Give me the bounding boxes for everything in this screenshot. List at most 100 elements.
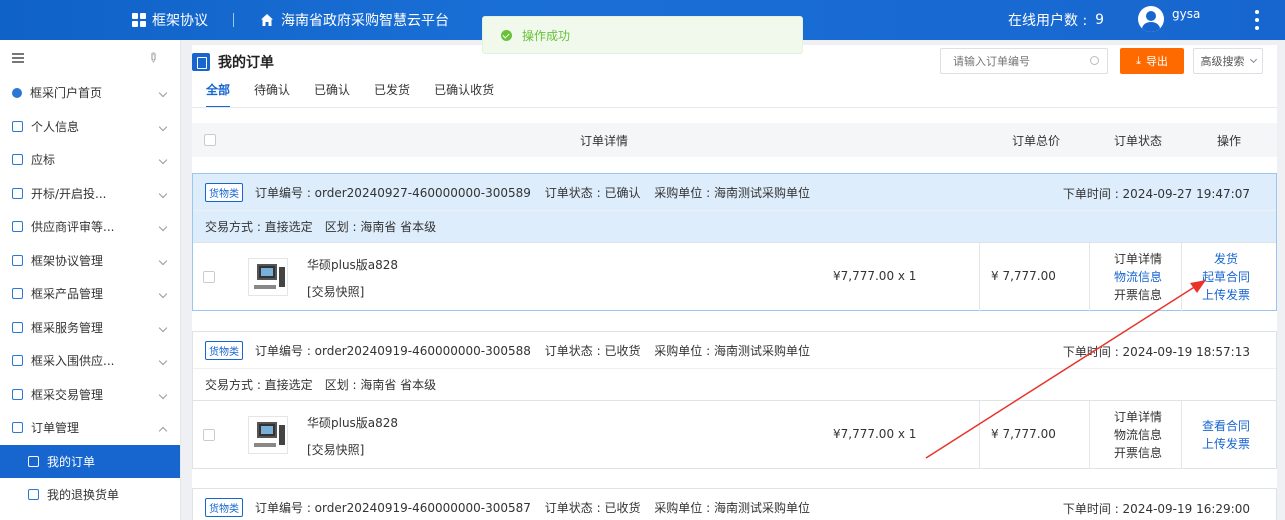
sidebar-item-my-orders[interactable]: 我的订单 xyxy=(0,444,180,478)
tab-shipped[interactable]: 已发货 xyxy=(374,81,410,108)
pin-icon[interactable]: ✎ xyxy=(143,49,161,67)
product-name[interactable]: 华硕plus版a828 xyxy=(307,256,398,273)
sidebar-item-services[interactable]: 框采服务管理 xyxy=(0,311,180,345)
product-name[interactable]: 华硕plus版a828 xyxy=(307,414,398,431)
sidebar-toolbar: ✎ xyxy=(0,40,180,76)
chevron-down-icon xyxy=(158,189,168,198)
sidebar-item-returns[interactable]: 我的退换货单 xyxy=(0,478,180,512)
sidebar-item-bid-opening[interactable]: 开标/开启投... xyxy=(0,177,180,211)
user-menu[interactable]: gysa xyxy=(1138,6,1200,32)
buyer: 采购单位 : 海南测试采购单位 xyxy=(654,343,810,358)
module-switcher[interactable]: 框架协议 xyxy=(132,0,208,40)
sidebar-item-bid[interactable]: 应标 xyxy=(0,143,180,177)
order-item-row: 华硕plus版a828 [交易快照] ¥7,777.00 x 1 ¥ 7,777… xyxy=(193,242,1276,311)
sidebar-item-label: 框采服务管理 xyxy=(31,320,104,335)
buyer: 采购单位 : 海南测试采购单位 xyxy=(654,500,810,515)
draft-contract-button[interactable]: 起草合同 xyxy=(1201,268,1251,286)
sidebar-item-suppliers[interactable]: 框采入围供应... xyxy=(0,344,180,378)
header-total: 订单总价 xyxy=(1012,133,1061,148)
trade-snapshot-link[interactable]: [交易快照] xyxy=(307,441,364,458)
sidebar-item-profile[interactable]: 个人信息 xyxy=(0,110,180,144)
view-contract-button[interactable]: 查看合同 xyxy=(1201,417,1251,435)
select-all-checkbox[interactable] xyxy=(204,134,216,146)
return-icon xyxy=(28,489,39,501)
chevron-down-icon xyxy=(1249,55,1257,64)
sidebar-item-products[interactable]: 框采产品管理 xyxy=(0,277,180,311)
order-icon xyxy=(12,422,23,434)
upload-invoice-button[interactable]: 上传发票 xyxy=(1201,286,1251,304)
more-menu-icon[interactable] xyxy=(1255,10,1259,30)
tab-received[interactable]: 已确认收货 xyxy=(434,81,494,108)
menu-toggle-icon[interactable] xyxy=(12,53,24,63)
tab-pending[interactable]: 待确认 xyxy=(254,81,290,108)
tabs-divider xyxy=(192,107,1277,108)
column-divider xyxy=(979,243,980,311)
export-button[interactable]: ⤓ 导出 xyxy=(1120,48,1184,74)
advanced-search-button[interactable]: 高级搜索 xyxy=(1193,48,1263,74)
username: gysa xyxy=(1172,7,1201,21)
order-meta: 订单编号 : order20240927-460000000-300589 订单… xyxy=(255,184,820,201)
header-divider xyxy=(233,13,234,27)
invoice-info-link[interactable]: 开票信息 xyxy=(1113,286,1163,304)
service-icon xyxy=(12,321,23,333)
chevron-down-icon xyxy=(158,155,168,165)
chevron-down-icon xyxy=(158,222,168,232)
header-status: 订单状态 xyxy=(1114,133,1163,148)
column-divider xyxy=(1089,401,1090,469)
platform-link[interactable]: 海南省政府采购智慧云平台 xyxy=(260,0,449,40)
order-status: 订单状态 : 已收货 xyxy=(544,343,641,358)
region: 区划 : 海南省 省本级 xyxy=(324,220,437,234)
toast-message: 操作成功 xyxy=(522,28,571,43)
order-number: 订单编号 : order20240919-460000000-300587 xyxy=(255,500,531,515)
header-detail: 订单详情 xyxy=(580,133,629,148)
ship-button[interactable]: 发货 xyxy=(1201,250,1251,268)
product-image[interactable] xyxy=(248,258,288,296)
chevron-down-icon xyxy=(158,390,168,399)
table-header: 订单详情 订单总价 订单状态 操作 xyxy=(192,123,1277,157)
order-checkbox[interactable] xyxy=(203,429,215,441)
order-detail-link[interactable]: 订单详情 xyxy=(1113,250,1163,268)
bid-icon xyxy=(12,154,23,166)
upload-invoice-button[interactable]: 上传发票 xyxy=(1201,435,1251,453)
order-checkbox[interactable] xyxy=(203,271,215,283)
order-status: 订单状态 : 已确认 xyxy=(544,185,641,200)
search-icon[interactable] xyxy=(1090,56,1099,65)
sidebar-item-transactions[interactable]: 框采交易管理 xyxy=(0,378,180,412)
sidebar-item-label: 订单管理 xyxy=(31,421,80,436)
sidebar-item-portal-home[interactable]: 框采门户首页 xyxy=(0,76,180,110)
order-status: 订单状态 : 已收货 xyxy=(544,500,641,515)
platform-title: 海南省政府采购智慧云平台 xyxy=(281,13,449,29)
download-icon: ⤓ xyxy=(1136,54,1141,67)
chevron-down-icon xyxy=(158,256,168,265)
review-icon xyxy=(12,221,23,233)
sidebar-item-orders[interactable]: 订单管理 xyxy=(0,411,180,445)
invoice-info-link[interactable]: 开票信息 xyxy=(1113,444,1163,462)
order-subinfo: 交易方式 : 直接选定 区划 : 海南省 省本级 xyxy=(193,210,1276,242)
product-icon xyxy=(12,288,23,300)
advanced-search-label: 高级搜索 xyxy=(1200,55,1245,68)
order-number: 订单编号 : order20240927-460000000-300589 xyxy=(255,185,531,200)
order-detail-link[interactable]: 订单详情 xyxy=(1113,408,1163,426)
order-header: 货物类 订单编号 : order20240927-460000000-30058… xyxy=(193,174,1276,210)
sidebar-item-supplier-review[interactable]: 供应商评审等... xyxy=(0,210,180,244)
module-title: 框架协议 xyxy=(152,13,208,29)
logistics-link[interactable]: 物流信息 xyxy=(1113,426,1163,444)
tab-all[interactable]: 全部 xyxy=(206,81,231,108)
order-number: 订单编号 : order20240919-460000000-300588 xyxy=(255,343,531,358)
sidebar-item-framework-agreement[interactable]: 框架协议管理 xyxy=(0,244,180,278)
header-ops: 操作 xyxy=(1217,133,1242,148)
sidebar-item-label: 我的退换货单 xyxy=(47,488,120,503)
home-icon xyxy=(261,14,273,26)
trade-snapshot-link[interactable]: [交易快照] xyxy=(307,283,364,300)
supplier-icon xyxy=(12,355,23,367)
tab-confirmed[interactable]: 已确认 xyxy=(314,81,350,108)
order-meta: 订单编号 : order20240919-460000000-300587 订单… xyxy=(255,499,820,516)
product-image[interactable] xyxy=(248,416,288,454)
export-label: 导出 xyxy=(1145,55,1168,68)
order-header: 货物类 订单编号 : order20240919-460000000-30058… xyxy=(193,489,1276,520)
trade-method: 交易方式 : 直接选定 xyxy=(205,220,313,234)
logistics-link[interactable]: 物流信息 xyxy=(1113,268,1163,286)
sidebar-item-label: 框采门户首页 xyxy=(30,86,103,101)
column-divider xyxy=(979,401,980,469)
order-search-input[interactable] xyxy=(940,48,1108,74)
